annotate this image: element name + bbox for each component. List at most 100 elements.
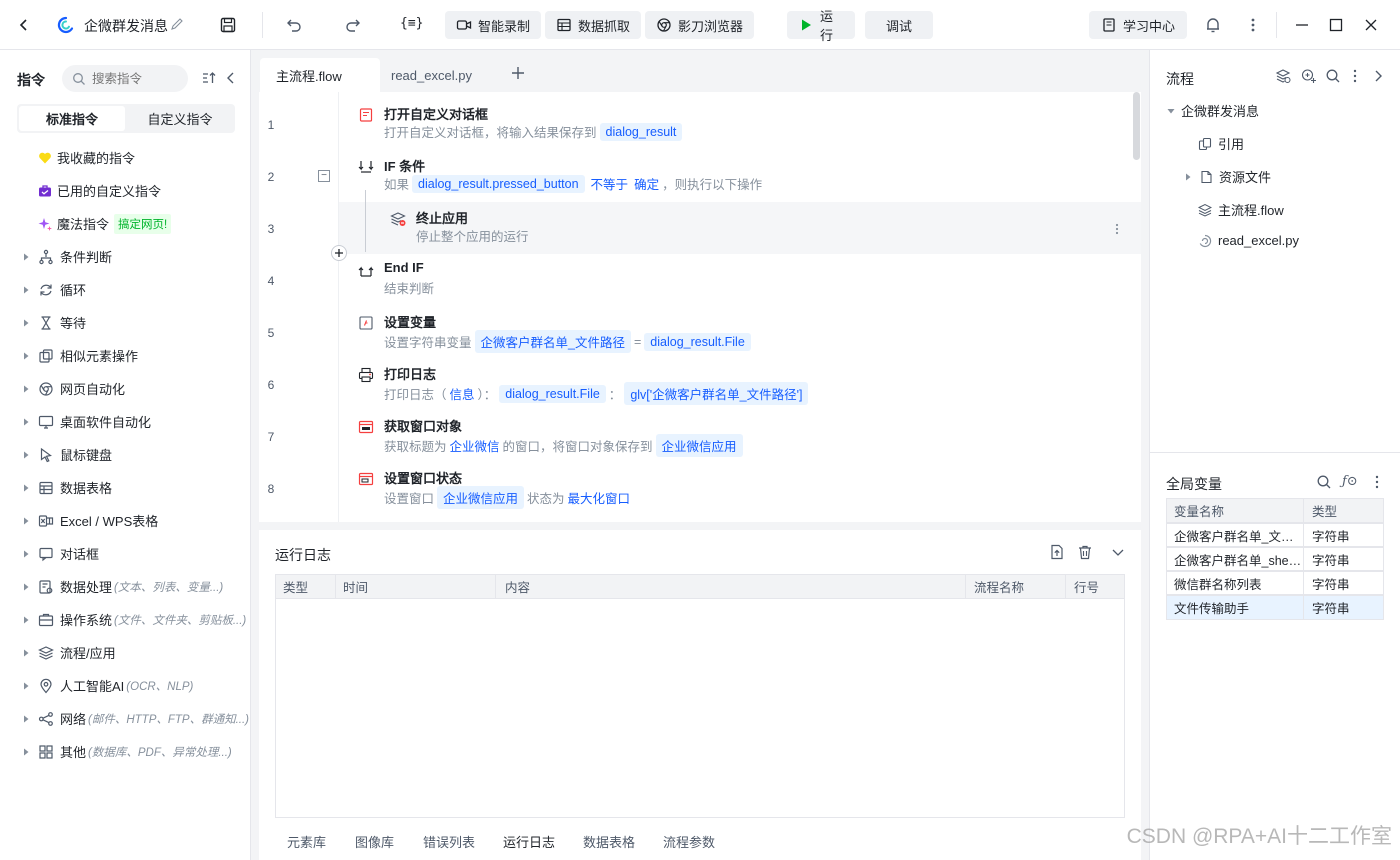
flow-step[interactable]: 5 设置变量 设置字符串变量 企微客户群名单_文件路径 = dialog_result.F… [259,300,1141,353]
var-row[interactable]: 微信群名称列表 字符串 [1167,571,1383,595]
category-item[interactable]: 流程/应用 [0,636,251,669]
favorites-item[interactable]: 我收藏的指令 [0,141,251,174]
category-item[interactable]: 鼠标键盘 [0,438,251,471]
debug-button[interactable]: 调试 [865,11,933,39]
category-item[interactable]: 数据表格 [0,471,251,504]
flow-step[interactable]: 4 End IF 结束判断 [259,248,1141,300]
flow-step[interactable]: 2 IF 条件 如果 dialog_result.pressed_button 不等于确… [259,144,1141,196]
add-flow-icon[interactable] [1275,68,1291,84]
variable-chip[interactable]: dialog_result [599,122,683,141]
project-name[interactable]: 企微群发消息 [84,16,168,36]
category-item[interactable]: 数据处理 (文本、列表、变量...) [0,570,251,603]
col-var-name[interactable]: 变量名称 [1167,499,1304,522]
keyword-value[interactable]: 最大化窗口 [568,488,631,507]
tab-custom-commands[interactable]: 自定义指令 [127,106,233,131]
category-item[interactable]: 网页自动化 [0,372,251,405]
var-row[interactable]: 企微客户群名单_文件路径字符串 [1167,523,1383,547]
edit-name-icon[interactable] [170,17,184,31]
bottom-tab[interactable]: 图像库 [355,832,394,851]
col-type[interactable]: 类型 [276,575,336,598]
undo-icon[interactable] [285,16,303,34]
col-line-number[interactable]: 行号 [1066,575,1124,598]
search-icon[interactable] [1316,474,1332,490]
keyword-value[interactable]: 不等于 [591,174,629,193]
bottom-tab[interactable]: 运行日志 [503,832,555,851]
tree-item-main-flow[interactable]: 主流程.flow [1198,200,1284,219]
tab-main-flow[interactable]: 主流程.flow [260,58,380,92]
chevron-down-icon[interactable] [1110,544,1126,560]
category-item[interactable]: 条件判断 [0,240,251,273]
close-icon[interactable] [1362,16,1380,34]
minimize-icon[interactable] [1293,16,1311,34]
redo-icon[interactable] [344,16,362,34]
more-vertical-icon[interactable] [1246,16,1260,34]
col-content[interactable]: 内容 [496,575,966,598]
variables-icon[interactable]: {≡} [400,16,423,31]
tree-item-resources[interactable]: 资源文件 [1184,167,1271,186]
back-icon[interactable] [14,15,34,35]
flow-step[interactable]: 1 打开自定义对话框 打开自定义对话框，将输入结果保存到 dialog_result [259,92,1141,144]
bell-icon[interactable] [1204,16,1222,34]
variable-chip[interactable]: dialog_result.File [499,384,606,403]
category-item[interactable]: 等待 [0,306,251,339]
variable-chip[interactable]: 企微客户群名单_文件路径 [474,330,631,353]
maximize-icon[interactable] [1327,16,1345,34]
variable-chip[interactable]: dialog_result.File [644,332,751,351]
run-button[interactable]: 运行 [787,9,855,43]
category-item[interactable]: Excel / WPS表格 [0,504,251,537]
tab-standard-commands[interactable]: 标准指令 [19,106,125,131]
category-item[interactable]: 操作系统 (文件、文件夹、剪贴板...) [0,603,251,636]
tree-item-read-excel[interactable]: read_excel.py [1198,233,1299,248]
more-vertical-icon[interactable] [1351,68,1359,84]
category-item[interactable]: 其他 (数据库、PDF、异常处理...) [0,735,251,768]
command-search-box[interactable] [62,65,188,92]
variable-chip[interactable]: dialog_result.pressed_button [412,174,585,193]
keyword-value[interactable]: 企业微信 [450,436,500,455]
bottom-tab[interactable]: 元素库 [287,832,326,851]
sort-icon[interactable] [201,70,217,86]
bottom-tab[interactable]: 流程参数 [663,832,715,851]
variable-chip[interactable]: 企业微信应用 [655,434,743,457]
tree-root[interactable]: 企微群发消息 [1167,101,1259,120]
tree-item-reference[interactable]: 引用 [1198,134,1244,153]
flow-step[interactable]: 7 获取窗口对象 获取标题为 企业微信 的窗口，将窗口对象保存到 企业微信应用 [259,404,1141,457]
category-item[interactable]: 相似元素操作 [0,339,251,372]
keyword-value[interactable]: 信息 [450,384,475,403]
shadow-browser-button[interactable]: 影刀浏览器 [645,11,755,39]
category-item[interactable]: 人工智能AI (OCR、NLP) [0,669,251,702]
smart-record-button[interactable]: 智能录制 [445,11,542,39]
category-item[interactable]: 循环 [0,273,251,306]
category-item[interactable]: 网络 (邮件、HTTP、FTP、群通知...) [0,702,251,735]
var-row[interactable]: 文件传输助手 字符串 [1167,595,1383,619]
add-python-icon[interactable] [1301,68,1317,84]
collapse-panel-icon[interactable] [225,70,237,86]
flow-step[interactable]: 8 设置窗口状态 设置窗口 企业微信应用 状态为 最大化窗口 [259,456,1141,509]
trash-icon[interactable] [1077,544,1093,560]
category-item[interactable]: 对话框 [0,537,251,570]
col-flow-name[interactable]: 流程名称 [966,575,1066,598]
more-vertical-icon[interactable] [1374,474,1380,490]
command-search-input[interactable] [92,71,182,86]
variable-chip[interactable]: 企业微信应用 [437,486,525,509]
used-custom-item[interactable]: 已用的自定义指令 [0,174,251,207]
col-var-type[interactable]: 类型 [1304,501,1383,520]
var-row[interactable]: 企微客户群名单_sheet名 字符串 [1167,547,1383,571]
search-icon[interactable] [1325,68,1341,84]
data-capture-button[interactable]: 数据抓取 [545,11,642,39]
flow-step[interactable]: 3 终止应用 停止整个应用的运行 [259,196,1141,248]
chevron-right-icon[interactable] [1372,68,1384,84]
function-icon[interactable]: ƒ⊙ [1342,474,1358,489]
keyword-value[interactable]: 确定 [634,174,659,193]
variable-chip[interactable]: glv['企微客户群名单_文件路径'] [624,382,809,405]
add-tab-icon[interactable] [511,66,525,80]
magic-command-item[interactable]: 魔法指令 搞定网页! [0,207,251,240]
category-item[interactable]: 桌面软件自动化 [0,405,251,438]
export-log-icon[interactable] [1049,544,1065,560]
col-time[interactable]: 时间 [336,575,496,598]
save-icon[interactable] [219,16,237,34]
flow-step[interactable]: 6 打印日志 打印日志（ 信息）： dialog_result.File： glv['企微… [259,352,1141,405]
bottom-tab[interactable]: 数据表格 [583,832,635,851]
tab-read-excel[interactable]: read_excel.py [391,59,472,91]
learn-center-button[interactable]: 学习中心 [1089,11,1187,39]
bottom-tab[interactable]: 错误列表 [423,832,475,851]
